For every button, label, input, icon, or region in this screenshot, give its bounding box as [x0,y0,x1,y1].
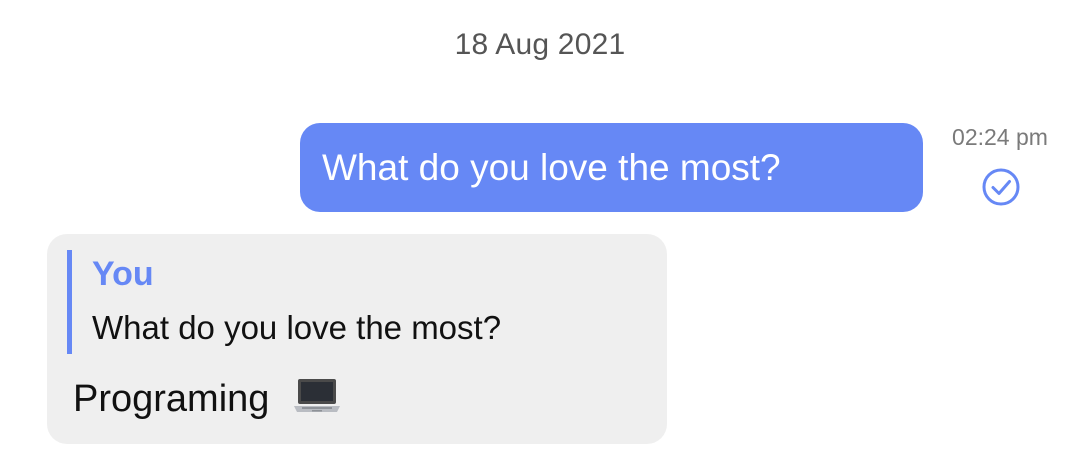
chat-thread: 18 Aug 2021 What do you love the most? 0… [0,0,1080,465]
quoted-message-author: You [92,255,154,293]
date-separator: 18 Aug 2021 [454,28,626,61]
read-check-icon [982,168,1020,206]
message-timestamp: 02:24 pm [952,124,1048,150]
incoming-message-content: Programing [73,374,342,424]
quoted-message[interactable]: You What do you love the most? [67,250,647,354]
incoming-message-text: Programing [73,378,270,420]
outgoing-message-text: What do you love the most? [322,147,781,188]
incoming-message-bubble[interactable]: You What do you love the most? Programin… [47,234,667,444]
outgoing-message-bubble[interactable]: What do you love the most? [300,123,923,212]
laptop-icon [293,379,340,412]
quoted-message-text: What do you love the most? [92,309,502,346]
